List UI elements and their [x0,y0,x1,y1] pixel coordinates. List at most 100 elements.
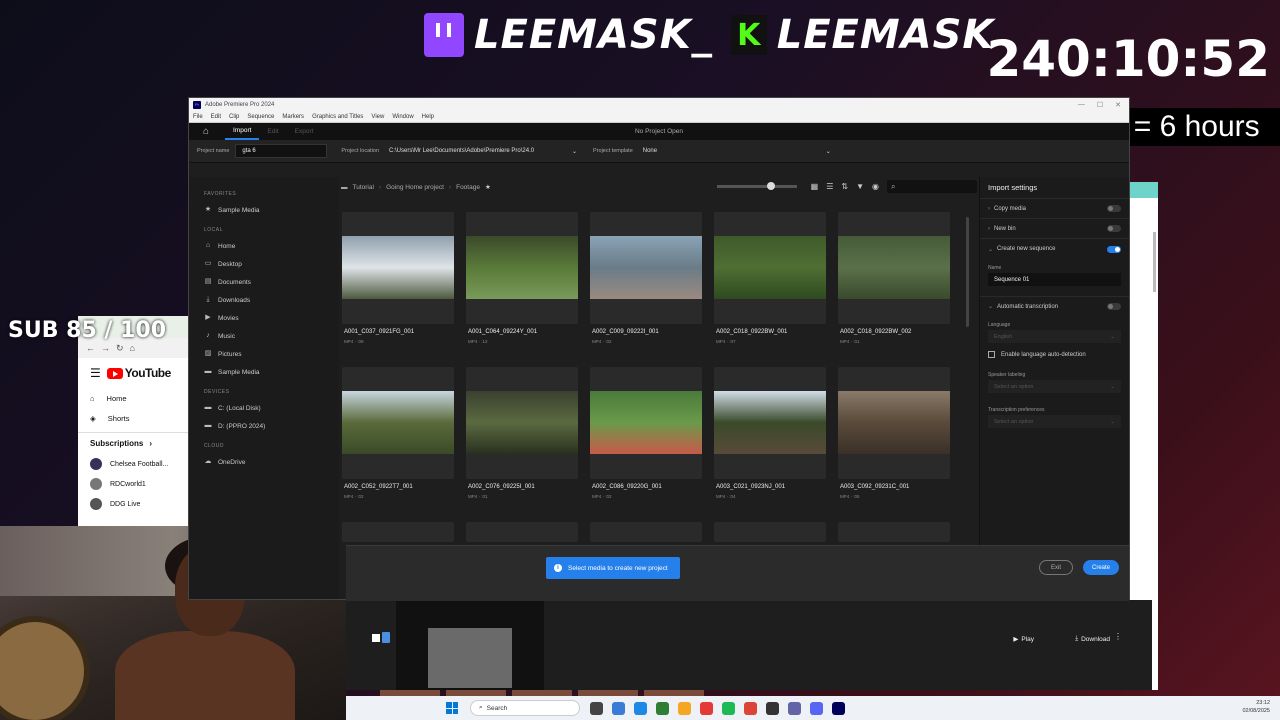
menu-item-clip[interactable]: Clip [229,114,239,120]
clip-thumbnail[interactable] [838,236,950,299]
sidebar-item[interactable]: ★ Sample Media [189,201,339,219]
file-icon[interactable] [382,632,390,643]
filter-icon[interactable]: ▼ [856,182,864,191]
clip-thumbnail[interactable] [714,236,826,299]
clip-card[interactable]: A002_C076_09225I_001 MP4 · :01 [466,367,578,499]
language-select[interactable]: English ⌄ [988,330,1121,343]
clip-card-partial[interactable] [590,522,702,542]
grid-view-icon[interactable]: ▦ [811,182,819,191]
copy-media-toggle[interactable] [1107,205,1121,212]
transcription-pref-select[interactable]: Select an option ⌄ [988,415,1121,428]
clip-card[interactable]: A002_C018_0922BW_002 MP4 · :01 [838,212,950,344]
sidebar-item[interactable]: ▤ Documents [189,273,339,291]
subscription-item[interactable]: RDCworld1 [78,474,188,494]
taskbar-app-icon[interactable] [590,701,603,715]
project-name-input[interactable]: gta 6 [235,144,328,158]
sidebar-item[interactable]: ▬ Sample Media [189,363,339,381]
new-bin-toggle[interactable] [1107,225,1121,232]
home-icon[interactable]: ⌂ [130,343,135,353]
sidebar-item[interactable]: ♪ Music [189,327,339,345]
project-location-select[interactable]: C:\Users\Mr Lee\Documents\Adobe\Premiere… [385,144,581,158]
sort-icon[interactable]: ⇅ [841,182,848,191]
video-thumbnail[interactable] [396,600,544,690]
search-input[interactable]: ⌕ [887,180,977,193]
favorite-star-icon[interactable]: ★ [485,183,491,191]
clip-thumbnail[interactable] [838,391,950,454]
clip-thumbnail[interactable] [342,236,454,299]
sidebar-item[interactable]: ▶ Movies [189,309,339,327]
clip-card[interactable]: A002_C018_0922BW_001 MP4 · :07 [714,212,826,344]
close-icon[interactable]: ✕ [1115,101,1121,109]
exit-button[interactable]: Exit [1039,560,1073,575]
forward-icon[interactable]: → [101,343,110,353]
menu-item-edit[interactable]: Edit [211,114,221,120]
create-sequence-toggle[interactable] [1107,245,1121,253]
clip-card[interactable]: A002_C086_09220G_001 MP4 · :02 [590,367,702,499]
project-template-select[interactable]: None ⌄ [639,144,835,158]
youtube-logo[interactable]: YouTube [106,366,171,380]
home-icon[interactable]: ⌂ [203,126,213,137]
new-bin-row[interactable]: › New bin [980,219,1129,239]
speaker-labeling-select[interactable]: Select an option ⌄ [988,380,1121,393]
checkbox-icon[interactable] [372,634,380,642]
menu-icon[interactable]: ☰ [90,366,101,380]
menu-item-markers[interactable]: Markers [282,114,304,120]
clip-card[interactable]: A002_C052_0922T7_001 MP4 · :02 [342,367,454,499]
clip-card[interactable]: A003_C092_09231C_001 MP4 · :05 [838,367,950,499]
sequence-name-input[interactable]: Sequence 01 [988,273,1121,286]
taskbar-app-icon[interactable] [788,701,801,715]
maximize-icon[interactable]: ☐ [1097,101,1103,109]
menu-item-sequence[interactable]: Sequence [247,114,274,120]
auto-detect-checkbox-row[interactable]: Enable language auto-detection [980,343,1129,366]
scrollbar[interactable] [1153,232,1156,292]
slider-knob[interactable] [766,182,775,190]
menu-item-file[interactable]: File [193,114,203,120]
thumbnail-size-slider[interactable] [716,182,797,190]
tab-export[interactable]: Export [287,123,322,140]
start-icon[interactable] [446,702,458,714]
youtube-nav-shorts[interactable]: ◈ Shorts [78,408,188,428]
youtube-nav-home[interactable]: ⌂ Home [78,388,188,408]
subscription-item[interactable]: Chelsea Football... [78,454,188,474]
taskbar-app-icon[interactable] [766,701,779,715]
taskbar-app-icon[interactable] [700,701,713,715]
menu-item-help[interactable]: Help [422,114,434,120]
taskbar-app-icon[interactable] [612,701,625,715]
breadcrumb-item[interactable]: Footage [456,184,480,191]
more-options-icon[interactable]: ⋮ [1114,632,1122,646]
download-button[interactable]: ⤓ Download [1075,632,1110,646]
back-icon[interactable]: ← [86,343,95,353]
auto-detect-checkbox[interactable] [988,351,995,358]
clip-card-partial[interactable] [466,522,578,542]
clip-card[interactable]: A001_C064_09224Y_001 MP4 · :12 [466,212,578,344]
clip-thumbnail[interactable] [342,391,454,454]
taskbar-clock[interactable]: 23:12 02/08/2025 [1242,699,1270,715]
sidebar-item[interactable]: ▭ Desktop [189,255,339,273]
taskbar-app-icon[interactable] [634,701,647,715]
taskbar-app-icon[interactable] [832,701,845,715]
clip-card-partial[interactable] [838,522,950,542]
breadcrumb-item[interactable]: Tutorial [353,184,374,191]
copy-media-row[interactable]: › Copy media [980,199,1129,219]
clip-thumbnail[interactable] [714,391,826,454]
taskbar-app-icon[interactable] [744,701,757,715]
sidebar-item[interactable]: ⌂ Home [189,237,339,255]
taskbar-app-icon[interactable] [678,701,691,715]
create-button[interactable]: Create [1083,560,1119,575]
list-view-icon[interactable]: ☰ [826,182,833,191]
sidebar-item[interactable]: ▬ C: (Local Disk) [189,399,339,417]
clip-card-partial[interactable] [342,522,454,542]
auto-transcription-row[interactable]: ⌄ Automatic transcription [980,296,1129,316]
clip-card-partial[interactable] [714,522,826,542]
taskbar-app-icon[interactable] [810,701,823,715]
subscription-item[interactable]: DDG Live [78,494,188,514]
reload-icon[interactable]: ↻ [116,343,124,354]
menu-item-graphics-and-titles[interactable]: Graphics and Titles [312,114,363,120]
sidebar-item[interactable]: ▬ D: (PPRO 2024) [189,417,339,435]
auto-transcription-toggle[interactable] [1107,303,1121,310]
subscriptions-header[interactable]: Subscriptions › [78,432,188,454]
play-button[interactable]: ▶ Play [1013,632,1034,646]
breadcrumb-item[interactable]: Going Home project [386,184,444,191]
clip-card[interactable]: A002_C009_09222I_001 MP4 · :02 [590,212,702,344]
sidebar-item[interactable]: ⤓ Downloads [189,291,339,309]
